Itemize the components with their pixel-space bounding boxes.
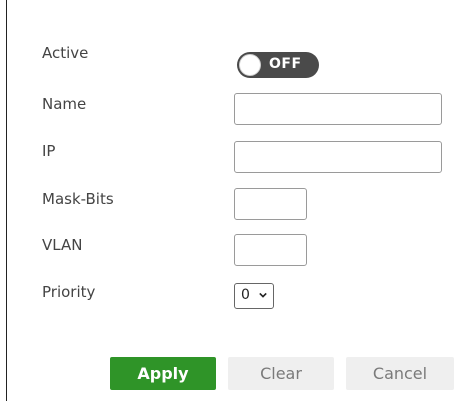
vlan-label: VLAN [42,236,83,254]
ip-label: IP [42,142,56,160]
chevron-down-icon [259,292,267,298]
mask-bits-label: Mask-Bits [42,190,114,208]
toggle-state-text: OFF [269,56,302,72]
clear-button[interactable]: Clear [228,357,334,390]
cancel-button[interactable]: Cancel [346,357,454,390]
active-label: Active [42,44,89,62]
active-toggle[interactable]: OFF [237,52,319,78]
apply-button[interactable]: Apply [110,357,216,390]
panel-left-border [6,0,7,401]
name-input[interactable] [234,93,442,125]
priority-selected-value: 0 [241,287,250,303]
name-label: Name [42,95,87,113]
ip-input[interactable] [234,141,442,173]
vlan-input[interactable] [234,234,307,266]
toggle-knob [239,54,261,76]
priority-select[interactable]: 0 [234,283,274,309]
priority-label: Priority [42,283,96,301]
mask-bits-input[interactable] [234,188,307,220]
